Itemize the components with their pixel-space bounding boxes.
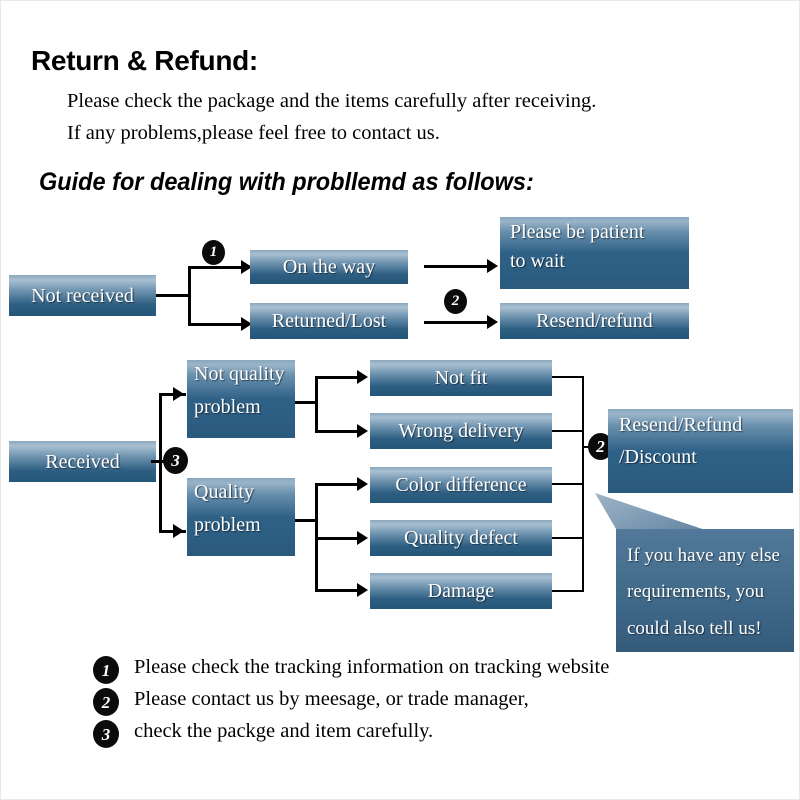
legend-badge-3: 3 (93, 720, 119, 748)
node-wrong-delivery-label: Wrong delivery (398, 420, 524, 442)
node-damage: Damage (370, 573, 552, 609)
legend-text-1: Please check the tracking information on… (134, 656, 610, 678)
node-not-quality-line-2: problem (194, 396, 261, 418)
legend-badge-1: 1 (93, 656, 119, 684)
connector-quality-stem (295, 519, 317, 522)
node-outcome-line-1: Resend/Refund (619, 414, 743, 436)
badge-step-2-flow1: 2 (444, 289, 467, 314)
arrowhead-damage (357, 583, 368, 597)
header-line-2: If any problems,please feel free to cont… (67, 122, 440, 144)
node-received-label: Received (45, 450, 120, 473)
node-returned-lost: Returned/Lost (250, 303, 408, 339)
node-on-the-way: On the way (250, 250, 408, 284)
connector-not-fit-out (552, 376, 584, 378)
arrowhead-quality-defect (357, 531, 368, 545)
node-damage-label: Damage (427, 580, 495, 602)
connector-to-wrong-delivery (315, 430, 362, 433)
connector-to-damage (315, 589, 362, 592)
callout-extra-requirements: If you have any else requirements, you c… (616, 529, 794, 652)
node-color-difference: Color difference (370, 467, 552, 503)
node-quality-defect-label: Quality defect (404, 527, 518, 549)
node-outcome-line-2: /Discount (619, 446, 697, 468)
node-on-the-way-label: On the way (282, 256, 376, 278)
node-not-quality-problem: Not quality problem (187, 360, 295, 438)
node-quality-line-2: problem (194, 514, 261, 536)
arrowhead-color-difference (357, 477, 368, 491)
badge-step-3-flow2: 3 (163, 447, 188, 474)
connector-color-difference-out (552, 483, 584, 485)
callout-line-2: requirements, you (627, 581, 765, 603)
arrowhead-wrong-delivery (357, 424, 368, 438)
node-quality-problem: Quality problem (187, 478, 295, 556)
guide-subtitle: Guide for dealing with probllemd as foll… (39, 168, 534, 196)
node-returned-lost-label: Returned/Lost (271, 310, 387, 332)
node-patient-line-1: Please be patient (510, 221, 645, 243)
badge-step-1-flow1: 1 (202, 240, 225, 265)
node-patient-line-2: to wait (510, 250, 565, 272)
node-not-quality-line-1: Not quality (194, 363, 285, 385)
legend-badge-2: 2 (93, 688, 119, 716)
arrowhead-quality (173, 524, 184, 538)
node-resend-refund: Resend/refund (500, 303, 689, 339)
arrowhead-resend-refund (487, 315, 498, 329)
node-not-received: Not received (9, 275, 156, 316)
arrowhead-not-fit (357, 370, 368, 384)
node-not-fit-label: Not fit (434, 367, 488, 389)
connector-damage-out (552, 590, 584, 592)
node-not-received-label: Not received (31, 284, 134, 307)
callout-line-3: could also tell us! (627, 617, 762, 639)
node-received: Received (9, 441, 156, 482)
connector-received-split (159, 394, 162, 532)
arrowhead-please-be-patient (487, 259, 498, 273)
connector-returned-to-resend (424, 321, 492, 324)
header-line-1: Please check the package and the items c… (67, 90, 597, 112)
connector-not-quality-split (315, 377, 318, 433)
connector-to-returned-lost (188, 323, 244, 326)
legend-text-3: check the packge and item carefully. (134, 720, 434, 742)
node-not-fit: Not fit (370, 360, 552, 396)
node-quality-line-1: Quality (194, 481, 254, 503)
connector-converge-spine (582, 376, 584, 592)
connector-not-received-split (188, 267, 191, 326)
connector-on-the-way-to-wait (424, 265, 492, 268)
node-quality-defect: Quality defect (370, 520, 552, 556)
legend-text-2: Please contact us by meesage, or trade m… (134, 688, 529, 710)
callout-line-1: If you have any else (627, 545, 780, 566)
connector-to-color-difference (315, 483, 362, 486)
arrowhead-not-quality (173, 387, 184, 401)
connector-to-not-fit (315, 376, 362, 379)
connector-to-on-the-way (188, 266, 244, 269)
return-refund-infographic: Return & Refund: Please check the packag… (0, 0, 800, 800)
node-please-be-patient-to-wait: Please be patient to wait (500, 217, 689, 289)
connector-wrong-delivery-out (552, 430, 584, 432)
page-title: Return & Refund: (31, 45, 258, 76)
connector-to-quality-defect (315, 537, 362, 540)
connector-quality-defect-out (552, 537, 584, 539)
node-color-difference-label: Color difference (395, 474, 527, 496)
node-resend-refund-discount: Resend/Refund /Discount (608, 409, 793, 493)
connector-not-received-stem (156, 294, 190, 297)
node-resend-refund-label: Resend/refund (536, 310, 653, 332)
connector-not-quality-stem (295, 401, 317, 404)
node-wrong-delivery: Wrong delivery (370, 413, 552, 449)
